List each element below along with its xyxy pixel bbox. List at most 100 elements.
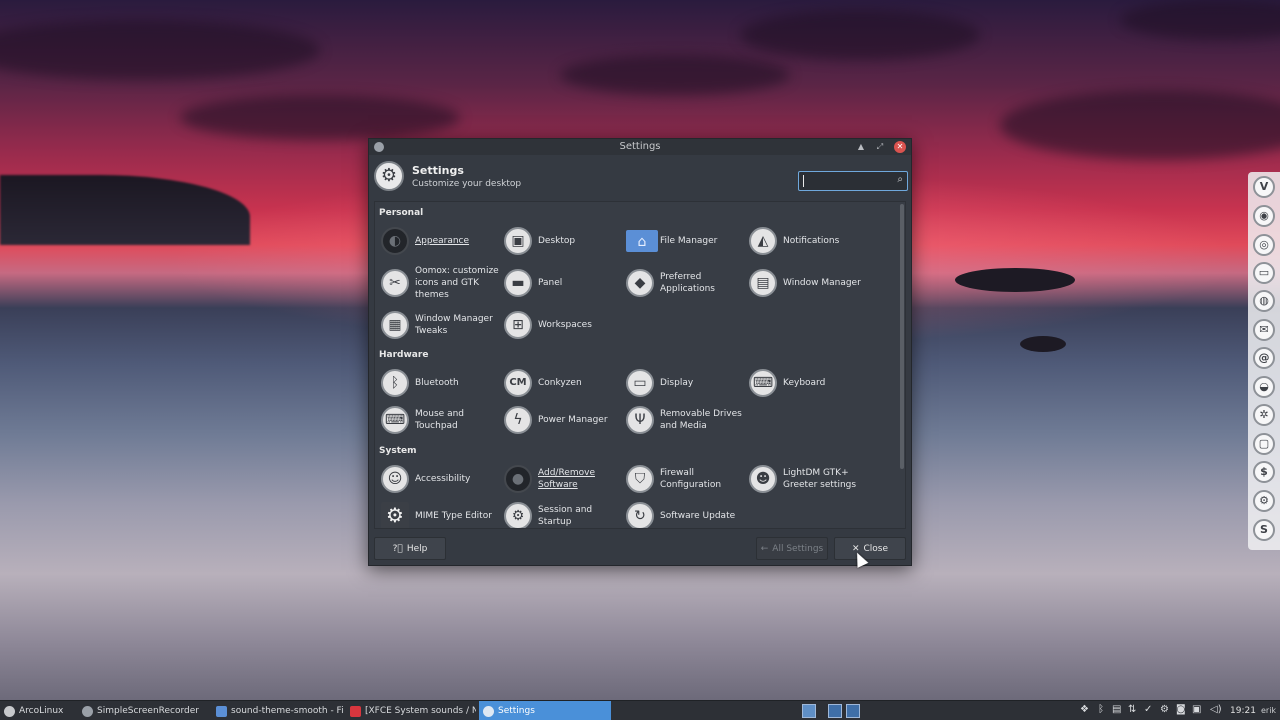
task-settings[interactable]: Settings xyxy=(479,701,611,720)
item-oomox[interactable]: ✂ Oomox: customize icons and GTK themes xyxy=(379,266,501,300)
item-workspaces[interactable]: ⊞ Workspaces xyxy=(502,309,624,341)
skype-icon[interactable]: S xyxy=(1253,519,1275,541)
workspace-3[interactable] xyxy=(846,704,860,718)
settings-header: Settings Customize your desktop ⌕ xyxy=(369,156,911,196)
item-accessibility[interactable]: ☺ Accessibility xyxy=(379,463,501,495)
search-icon[interactable]: ⌕ xyxy=(897,174,903,185)
window-titlebar[interactable]: Settings ▲ ⤢ ✕ xyxy=(369,139,911,155)
close-label: Close xyxy=(863,543,889,554)
username[interactable]: erik xyxy=(1261,701,1276,720)
search-input[interactable]: ⌕ xyxy=(798,171,908,191)
item-label: Bluetooth xyxy=(415,378,459,388)
bluetooth-tray-icon[interactable]: ᛒ xyxy=(1098,704,1104,715)
app-dock: V ◉ ◎ ▭ ◍ ✉ @ ◒ ✲ ▢ $ ⚙ S xyxy=(1248,172,1280,550)
dollar-icon[interactable]: $ xyxy=(1253,461,1275,483)
oomox-icon: ✂ xyxy=(381,269,409,297)
item-mouse-touchpad[interactable]: ⌨ Mouse and Touchpad xyxy=(379,404,501,436)
bell-icon: ◭ xyxy=(749,227,777,255)
task-simplescreenrecorder[interactable]: SimpleScreenRecorder xyxy=(78,701,208,720)
maximize-icon[interactable]: ⤢ xyxy=(874,141,886,153)
item-add-remove-software[interactable]: ● Add/Remove Software xyxy=(502,463,624,495)
window-icon[interactable]: ▢ xyxy=(1253,433,1275,455)
files-icon[interactable]: ▭ xyxy=(1253,262,1275,284)
spiral-icon[interactable]: @ xyxy=(1253,347,1275,369)
folder-icon: ⌂ xyxy=(626,230,658,252)
item-notifications[interactable]: ◭ Notifications xyxy=(747,225,869,257)
window-tweaks-icon: ▦ xyxy=(381,311,409,339)
item-label: MIME Type Editor xyxy=(415,511,492,521)
scrollbar[interactable] xyxy=(900,204,904,469)
network-icon[interactable]: ⇅ xyxy=(1128,704,1136,715)
image-icon[interactable]: ▣ xyxy=(1192,704,1201,715)
task-label: ArcoLinux xyxy=(19,706,64,716)
recorder-icon xyxy=(82,705,93,717)
item-power-manager[interactable]: ϟ Power Manager xyxy=(502,404,624,436)
item-file-manager[interactable]: ⌂ File Manager xyxy=(624,225,746,257)
settings-window: Settings ▲ ⤢ ✕ Settings Customize your d… xyxy=(368,138,912,566)
close-button[interactable]: ✕ Close xyxy=(834,537,906,560)
workspace-1[interactable] xyxy=(802,704,816,718)
globe-icon[interactable]: ◍ xyxy=(1253,290,1275,312)
task-arcolinux-menu[interactable]: ArcoLinux xyxy=(0,701,78,720)
usb-icon: Ψ xyxy=(626,406,654,434)
task-vivaldi[interactable]: [XFCE System sounds / N... xyxy=(346,701,476,720)
item-conkyzen[interactable]: CM Conkyzen xyxy=(502,367,624,399)
vivaldi-icon xyxy=(350,705,361,717)
item-software-update[interactable]: ↻ Software Update xyxy=(624,500,746,528)
dropbox-icon[interactable]: ❖ xyxy=(1080,704,1089,715)
section-personal: Personal xyxy=(379,208,424,218)
all-settings-button[interactable]: ← All Settings xyxy=(756,537,828,560)
task-label: Settings xyxy=(498,706,535,716)
settings-tray-icon[interactable]: ⚙ xyxy=(1160,704,1169,715)
bird-icon[interactable]: ◒ xyxy=(1253,376,1275,398)
settings-dock-icon[interactable]: ⚙ xyxy=(1253,490,1275,512)
item-mime-type-editor[interactable]: ⚙ MIME Type Editor xyxy=(379,500,501,528)
vivaldi-icon[interactable]: V xyxy=(1253,176,1275,198)
item-label: Display xyxy=(660,378,694,388)
header-subtitle: Customize your desktop xyxy=(412,179,522,189)
app-menu-icon[interactable] xyxy=(374,142,384,152)
window-title: Settings xyxy=(619,141,661,152)
task-label: SimpleScreenRecorder xyxy=(97,706,200,716)
item-window-manager-tweaks[interactable]: ▦ Window Manager Tweaks xyxy=(379,309,501,341)
accessibility-icon: ☺ xyxy=(381,465,409,493)
item-session-startup[interactable]: ⚙ Session and Startup xyxy=(502,500,624,528)
settings-list[interactable]: Personal ◐ Appearance ▣ Desktop ⌂ File M… xyxy=(374,201,906,529)
item-desktop[interactable]: ▣ Desktop xyxy=(502,225,624,257)
item-keyboard[interactable]: ⌨ Keyboard xyxy=(747,367,869,399)
workspace-2[interactable] xyxy=(828,704,842,718)
firefox-icon[interactable]: ◉ xyxy=(1253,205,1275,227)
chrome-icon[interactable]: ◎ xyxy=(1253,234,1275,256)
updates-icon[interactable]: ✓ xyxy=(1144,704,1152,715)
screenshot-icon[interactable]: ◙ xyxy=(1176,704,1186,715)
task-file-manager[interactable]: sound-theme-smooth - Fi... xyxy=(212,701,344,720)
item-label: Firewall Configuration xyxy=(660,468,722,490)
item-panel[interactable]: ▬ Panel xyxy=(502,267,624,299)
help-button[interactable]: ?⃝ Help xyxy=(374,537,446,560)
clipboard-icon[interactable]: ▤ xyxy=(1112,704,1121,715)
item-window-manager[interactable]: ▤ Window Manager xyxy=(747,267,869,299)
item-lightdm-greeter[interactable]: ☻ LightDM GTK+ Greeter settings xyxy=(747,463,869,495)
item-removable-drives[interactable]: Ψ Removable Drives and Media xyxy=(624,404,746,436)
item-bluetooth[interactable]: ᛒ Bluetooth xyxy=(379,367,501,399)
close-window-icon[interactable]: ✕ xyxy=(894,141,906,153)
update-icon: ↻ xyxy=(626,502,654,528)
item-label: Window Manager Tweaks xyxy=(415,314,493,336)
item-firewall[interactable]: ⛉ Firewall Configuration xyxy=(624,463,746,495)
header-title: Settings xyxy=(412,164,464,177)
bluetooth-icon: ᛒ xyxy=(381,369,409,397)
help-label: Help xyxy=(406,543,428,554)
text-caret xyxy=(803,175,804,187)
camera-aperture-icon[interactable]: ✲ xyxy=(1253,404,1275,426)
folder-icon xyxy=(216,705,227,717)
clock[interactable]: 19:21 xyxy=(1230,701,1256,720)
panel-icon: ▬ xyxy=(504,269,532,297)
item-display[interactable]: ▭ Display xyxy=(624,367,746,399)
keyboard-icon: ⌨ xyxy=(749,369,777,397)
item-preferred-applications[interactable]: ◆ Preferred Applications xyxy=(624,267,746,299)
item-label: Conkyzen xyxy=(538,378,582,388)
item-appearance[interactable]: ◐ Appearance xyxy=(379,225,501,257)
thunderbird-icon[interactable]: ✉ xyxy=(1253,319,1275,341)
minimize-icon[interactable]: ▲ xyxy=(855,141,867,153)
volume-icon[interactable]: ◁) xyxy=(1210,704,1222,715)
